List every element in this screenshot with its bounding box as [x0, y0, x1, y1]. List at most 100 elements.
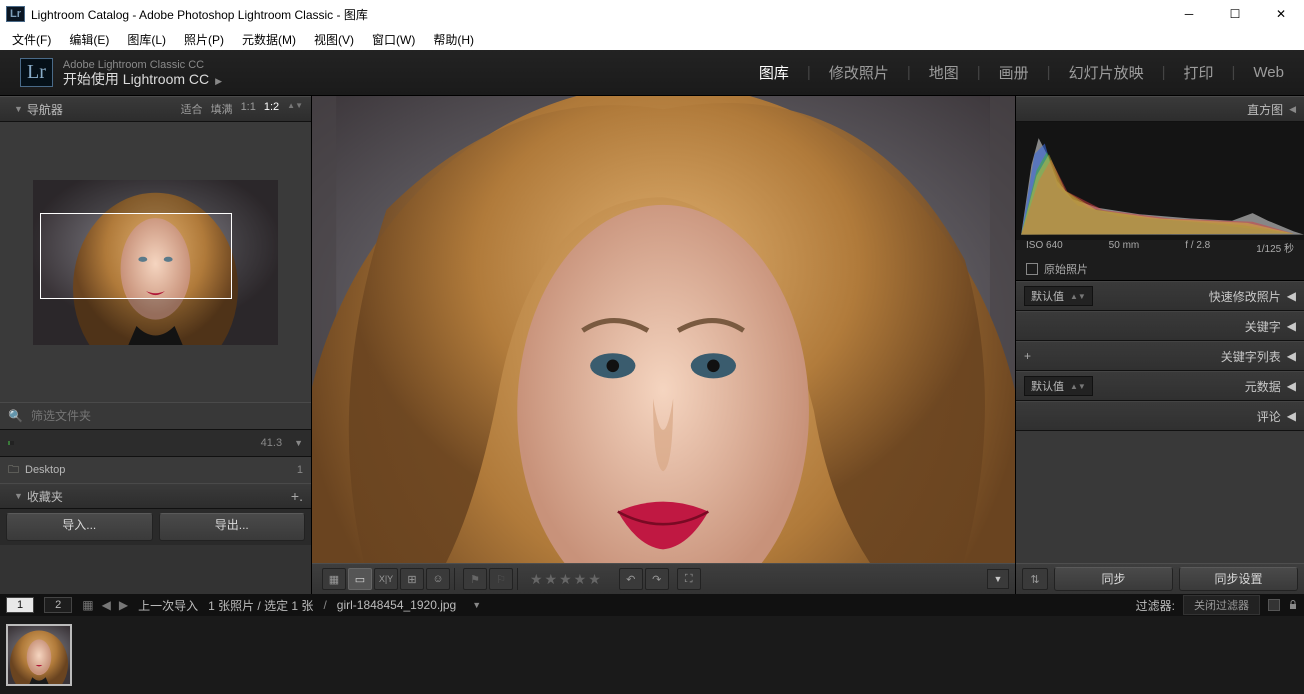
lr-logo: Lr	[20, 58, 53, 87]
zoom-1-2[interactable]: 1:2	[264, 101, 279, 117]
navigator-crop-frame[interactable]	[40, 213, 232, 299]
add-favorite-icon[interactable]: +.	[291, 488, 303, 504]
menu-edit[interactable]: 编辑(E)	[61, 29, 117, 50]
play-icon[interactable]: ▶	[215, 76, 222, 86]
module-map[interactable]: 地图	[929, 62, 959, 83]
navigator-header[interactable]: ▼ 导航器 适合 填满 1:1 1:2 ▲▼	[0, 96, 311, 122]
breadcrumb-filename: girl-1848454_1920.jpg	[337, 598, 456, 612]
metadata-header[interactable]: 默认值▲▼ 元数据 ◀	[1016, 371, 1304, 401]
add-keyword-icon[interactable]: +	[1024, 349, 1031, 363]
toolbar-options-button[interactable]: ▼	[987, 569, 1009, 589]
menu-help[interactable]: 帮助(H)	[425, 29, 482, 50]
sync-toggle-button[interactable]: ⇅	[1022, 568, 1048, 590]
export-button[interactable]: 导出...	[159, 513, 306, 541]
comments-header[interactable]: 评论 ◀	[1016, 401, 1304, 431]
module-book[interactable]: 画册	[999, 62, 1029, 83]
compare-view-button[interactable]: X|Y	[374, 568, 398, 590]
module-print[interactable]: 打印	[1184, 62, 1214, 83]
navigator-title: 导航器	[27, 101, 63, 118]
sync-settings-button[interactable]: 同步设置	[1179, 567, 1298, 591]
rotate-ccw-button[interactable]: ↶	[619, 568, 643, 590]
zoom-fit[interactable]: 适合	[181, 101, 203, 117]
folder-search-input[interactable]	[29, 408, 303, 424]
disclosure-icon[interactable]: ◀	[1287, 289, 1296, 303]
screen-2-button[interactable]: 2	[44, 597, 72, 613]
volume-row[interactable]: 41.3 ▼	[0, 429, 311, 456]
disclosure-icon[interactable]: ▼	[14, 104, 23, 114]
menubar: 文件(F) 编辑(E) 图库(L) 照片(P) 元数据(M) 视图(V) 窗口(…	[0, 28, 1304, 50]
module-slideshow[interactable]: 幻灯片放映	[1069, 62, 1144, 83]
loupe-view-button[interactable]: ▭	[348, 568, 372, 590]
navigator-preview[interactable]	[0, 122, 311, 402]
filmstrip[interactable]	[0, 616, 1304, 694]
disclosure-icon[interactable]: ◀	[1289, 104, 1296, 115]
module-web[interactable]: Web	[1253, 64, 1284, 81]
breadcrumb-count: 1 张照片 / 选定 1 张	[208, 597, 313, 614]
survey-view-button[interactable]: ⊞	[400, 568, 424, 590]
maximize-button[interactable]: ☐	[1212, 0, 1258, 28]
disclosure-icon[interactable]: ◀	[1287, 409, 1296, 423]
import-button[interactable]: 导入...	[6, 513, 153, 541]
folder-count: 1	[297, 464, 303, 476]
menu-view[interactable]: 视图(V)	[306, 29, 362, 50]
folder-row[interactable]: 🗀 Desktop 1	[0, 456, 311, 483]
histogram[interactable]	[1016, 122, 1304, 240]
people-view-button[interactable]: ☺	[426, 568, 450, 590]
face-region-button[interactable]: ⛶	[677, 568, 701, 590]
sync-button[interactable]: 同步	[1054, 567, 1173, 591]
menu-library[interactable]: 图库(L)	[119, 29, 174, 50]
filter-lock-button[interactable]	[1268, 599, 1280, 611]
menu-metadata[interactable]: 元数据(M)	[234, 29, 304, 50]
module-library[interactable]: 图库	[759, 62, 789, 83]
rating-stars[interactable]: ★★★★★	[522, 571, 611, 588]
volume-stat: 41.3	[261, 437, 282, 449]
favorites-header[interactable]: ▼收藏夹 +.	[0, 483, 311, 509]
grid-view-button[interactable]: ▦	[322, 568, 346, 590]
exif-aperture: f / 2.8	[1185, 240, 1210, 258]
filter-label: 过滤器:	[1136, 597, 1175, 614]
nav-fwd-icon[interactable]: ▶	[119, 598, 128, 612]
keyword-list-header[interactable]: + 关键字列表 ◀	[1016, 341, 1304, 371]
module-develop[interactable]: 修改照片	[829, 62, 889, 83]
keywords-header[interactable]: 关键字 ◀	[1016, 311, 1304, 341]
zoom-fill[interactable]: 填满	[211, 101, 233, 117]
preset-popup[interactable]: 默认值▲▼	[1024, 286, 1093, 306]
grid-icon[interactable]: ▦	[82, 598, 93, 612]
ribbon-title[interactable]: 开始使用 Lightroom CC	[63, 71, 209, 87]
zoom-1-1[interactable]: 1:1	[241, 101, 256, 117]
search-icon: 🔍	[8, 409, 23, 423]
histogram-header[interactable]: 直方图 ◀	[1016, 96, 1304, 122]
disclosure-icon[interactable]: ▼	[14, 491, 23, 501]
metadata-preset-popup[interactable]: 默认值▲▼	[1024, 376, 1093, 396]
exif-focal: 50 mm	[1109, 240, 1140, 258]
original-row[interactable]: 原始照片	[1016, 258, 1304, 281]
close-button[interactable]: ✕	[1258, 0, 1304, 28]
flag-pick-button[interactable]: ⚑	[463, 568, 487, 590]
original-checkbox[interactable]	[1026, 263, 1038, 275]
disclosure-icon[interactable]: ◀	[1287, 349, 1296, 363]
histogram-title: 直方图	[1247, 101, 1283, 118]
menu-photo[interactable]: 照片(P)	[176, 29, 232, 50]
nav-back-icon[interactable]: ◀	[102, 598, 111, 612]
loupe-view[interactable]	[312, 96, 1015, 563]
metadata-title: 元数据	[1245, 378, 1281, 395]
keywords-title: 关键字	[1245, 318, 1281, 335]
volume-arrow-icon[interactable]: ▼	[294, 438, 303, 448]
menu-file[interactable]: 文件(F)	[4, 29, 59, 50]
filmstrip-thumb[interactable]	[6, 624, 72, 686]
breadcrumb-source[interactable]: 上一次导入	[138, 597, 198, 614]
flag-reject-button[interactable]: ⚐	[489, 568, 513, 590]
rotate-cw-button[interactable]: ↷	[645, 568, 669, 590]
minimize-button[interactable]: ─	[1166, 0, 1212, 28]
disclosure-icon[interactable]: ◀	[1287, 319, 1296, 333]
menu-window[interactable]: 窗口(W)	[364, 29, 423, 50]
exif-iso: ISO 640	[1026, 240, 1063, 258]
center-panel: ▦ ▭ X|Y ⊞ ☺ ⚑ ⚐ ★★★★★ ↶ ↷ ⛶ ▼	[312, 96, 1015, 594]
zoom-stepper-icon[interactable]: ▲▼	[287, 101, 303, 117]
disclosure-icon[interactable]: ◀	[1287, 379, 1296, 393]
breadcrumb-arrow-icon[interactable]: ▼	[472, 600, 481, 610]
quick-develop-header[interactable]: 默认值▲▼ 快速修改照片 ◀	[1016, 281, 1304, 311]
lock-icon[interactable]	[1288, 600, 1298, 610]
screen-1-button[interactable]: 1	[6, 597, 34, 613]
filter-dropdown[interactable]: 关闭过滤器	[1183, 595, 1260, 615]
